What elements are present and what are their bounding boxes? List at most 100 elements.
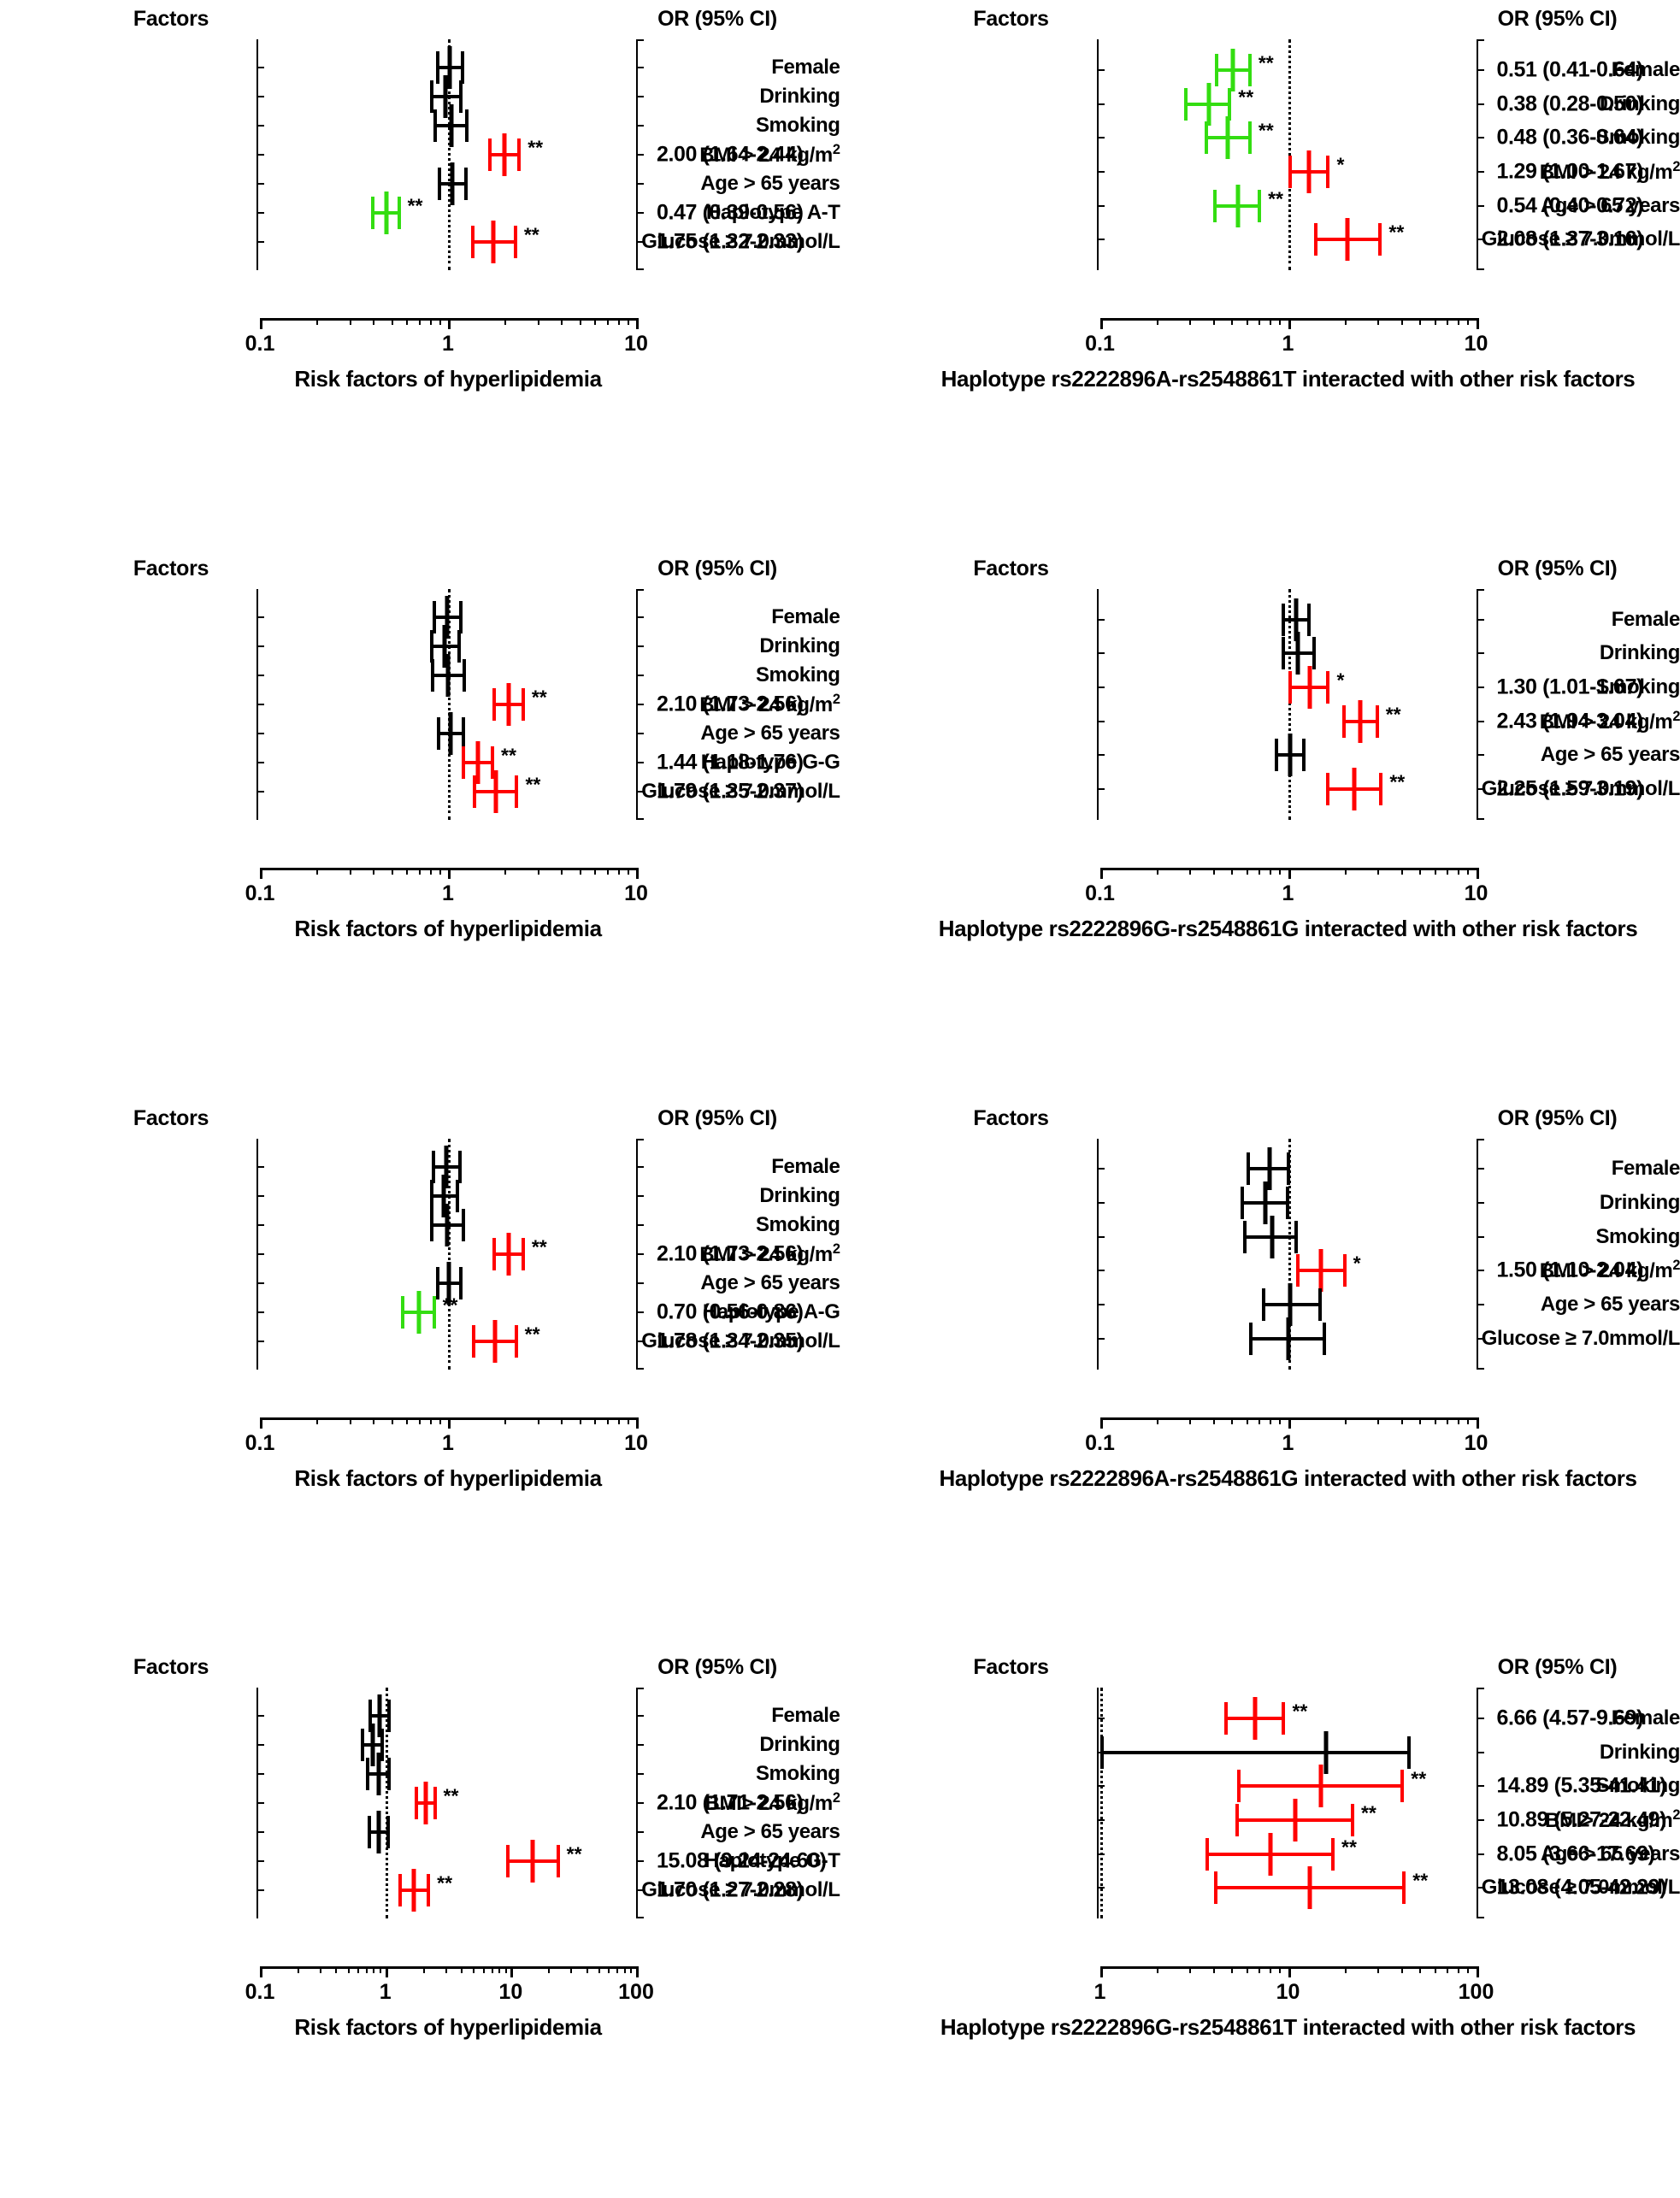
ci-upper-cap xyxy=(1282,1702,1286,1735)
row-axis-tick xyxy=(256,1773,264,1776)
ci-lower-cap xyxy=(1243,1220,1247,1253)
or-value-text: 0.47 (0.39-0.56) xyxy=(657,200,804,225)
x-axis-minor-tick xyxy=(422,1966,425,1974)
significance-marker: ** xyxy=(1411,1767,1427,1790)
x-axis-tick-label: 1 xyxy=(1282,332,1294,356)
or-value-text: 2.00 (1.64-2.44) xyxy=(657,142,804,167)
row-axis-tick xyxy=(256,212,264,214)
row-label: Female xyxy=(1611,1157,1680,1181)
point-estimate-marker xyxy=(1268,1832,1273,1876)
or-value-text: 15.08 (9.24-24.60) xyxy=(657,1848,827,1873)
or-header: OR (95% CI) xyxy=(657,1655,777,1680)
x-axis-minor-tick xyxy=(439,867,441,875)
right-axis-cap-bottom xyxy=(1476,1367,1484,1370)
x-axis-minor-tick xyxy=(1259,867,1261,875)
x-axis-minor-tick xyxy=(1400,1966,1403,1974)
x-axis-minor-tick xyxy=(391,1417,393,1424)
or-value-text: 0.70 (0.56-0.86) xyxy=(657,1299,804,1323)
ci-lower-cap xyxy=(1204,121,1208,155)
point-estimate-marker xyxy=(1263,1181,1268,1224)
panel-8: Factors OR (95% CI) Female ** 6.66 (4.57-9.… xyxy=(840,1648,1680,2198)
x-axis-tick-label: 1 xyxy=(442,881,454,905)
x-axis-major-tick xyxy=(1099,318,1103,329)
ci-lower-cap xyxy=(429,80,433,113)
row-axis-tick xyxy=(1096,1235,1105,1238)
row-axis-tick xyxy=(256,1282,264,1284)
row-axis-tick xyxy=(256,732,264,734)
ci-upper-cap xyxy=(427,1874,431,1907)
factors-header: Factors xyxy=(133,556,209,580)
panel-caption: Risk factors of hyperlipidemia xyxy=(294,1464,602,1491)
or-axis-tick xyxy=(636,1802,644,1805)
right-axis-cap-top xyxy=(636,1688,644,1690)
right-axis-cap-bottom xyxy=(636,1917,644,1919)
ci-upper-cap xyxy=(461,716,465,750)
ci-upper-cap xyxy=(1302,739,1306,772)
x-axis-minor-tick xyxy=(373,1417,375,1424)
or-axis-tick xyxy=(636,125,644,127)
or-value-text: 2.10 (1.71-2.56) xyxy=(657,1790,804,1815)
x-axis-major-tick xyxy=(448,1417,451,1429)
panel-caption: Risk factors of hyperlipidemia xyxy=(294,2014,602,2041)
x-axis-major-tick xyxy=(636,867,639,879)
x-axis-major-tick xyxy=(1288,1966,1291,1978)
x-axis-minor-tick xyxy=(1212,1966,1215,1974)
panel-caption: Haplotype rs2222896A-rs2548861T interact… xyxy=(940,366,1636,392)
or-axis-tick xyxy=(1476,170,1484,173)
ci-lower-cap xyxy=(429,1208,433,1241)
row-axis-tick xyxy=(256,703,264,705)
ci-upper-cap xyxy=(1350,1804,1354,1837)
ci-lower-cap xyxy=(430,658,434,692)
x-axis-tick-label: 10 xyxy=(624,332,648,356)
or-value-text: 1.30 (1.01-1.67) xyxy=(1496,675,1644,699)
confidence-interval xyxy=(1099,1735,1412,1769)
x-axis-minor-tick xyxy=(504,1966,507,1974)
point-estimate-marker xyxy=(475,740,480,784)
ci-lower-cap xyxy=(506,1845,510,1878)
x-axis-minor-tick xyxy=(1344,867,1347,875)
x-axis-minor-tick xyxy=(349,1417,351,1424)
x-axis-major-tick xyxy=(260,867,262,879)
x-axis-major-tick xyxy=(1476,1417,1479,1429)
row-axis-tick xyxy=(256,761,264,763)
row-label: Drinking xyxy=(759,85,840,108)
ci-upper-cap xyxy=(386,1758,391,1791)
x-axis-minor-tick xyxy=(1270,1966,1272,1974)
row-label: Female xyxy=(771,1154,840,1178)
significance-marker: ** xyxy=(1360,1801,1376,1824)
row-axis-tick xyxy=(256,1311,264,1313)
or-value-text: 2.43 (1.94-3.04) xyxy=(1496,709,1644,734)
x-axis-minor-tick xyxy=(1156,1417,1158,1424)
significance-marker: ** xyxy=(525,773,541,796)
or-axis-tick xyxy=(1476,1304,1484,1305)
or-value-text: 0.48 (0.36-0.64) xyxy=(1496,125,1644,150)
row-axis-tick xyxy=(256,1194,264,1197)
ci-lower-cap xyxy=(470,226,475,258)
panel-7: Factors OR (95% CI) Female Drinking Smokin… xyxy=(0,1648,840,2198)
ci-upper-cap xyxy=(1330,1837,1335,1871)
or-axis-tick xyxy=(636,703,644,705)
point-estimate-marker xyxy=(384,192,389,234)
point-estimate-marker xyxy=(502,133,507,176)
row-label: Drinking xyxy=(1599,1740,1680,1764)
x-axis-minor-tick xyxy=(1344,318,1347,325)
x-axis-major-tick xyxy=(385,1966,388,1978)
significance-marker: ** xyxy=(437,1871,453,1895)
point-estimate-marker xyxy=(1288,734,1293,777)
x-axis-tick-label: 10 xyxy=(1464,1430,1488,1455)
x-axis-major-tick xyxy=(448,867,451,879)
significance-marker: ** xyxy=(501,744,516,767)
x-axis-minor-tick xyxy=(373,867,375,875)
x-axis-minor-tick xyxy=(406,318,409,325)
x-axis-tick-label: 0.1 xyxy=(245,332,275,356)
point-estimate-marker xyxy=(1323,1730,1329,1774)
point-estimate-marker xyxy=(1307,665,1312,709)
x-axis-minor-tick xyxy=(1259,318,1261,325)
ci-lower-cap xyxy=(1214,1871,1218,1905)
x-axis-minor-tick xyxy=(608,1966,610,1974)
x-axis-minor-tick xyxy=(357,1966,360,1974)
factors-header: Factors xyxy=(133,1655,209,1680)
row-axis-tick xyxy=(256,1860,264,1863)
x-axis-minor-tick xyxy=(1400,1417,1403,1424)
x-axis-tick-label: 0.1 xyxy=(245,1980,275,2005)
